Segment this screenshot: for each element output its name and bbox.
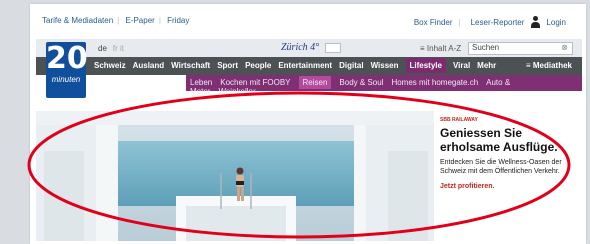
search-clear-icon[interactable]: ⊗ — [561, 43, 568, 52]
user-icon[interactable] — [530, 16, 541, 28]
link-friday[interactable]: Friday — [167, 16, 189, 25]
weather-widget[interactable]: Zürich 4° — [281, 42, 342, 53]
main-navigation: Schweiz Ausland Wirtschaft Sport People Enter… — [36, 57, 582, 75]
nav-item-wissen[interactable]: Wissen — [371, 61, 399, 70]
nav-item-lifestyle[interactable]: Lifestyle — [405, 58, 446, 73]
nav-item-schweiz[interactable]: Schweiz — [94, 61, 126, 70]
link-box-finder[interactable]: Box Finder — [414, 18, 453, 27]
language-switcher[interactable]: de fr it — [98, 44, 124, 53]
nav-item-digital[interactable]: Digital — [339, 61, 363, 70]
link-login[interactable]: Login — [546, 18, 566, 27]
nav-item-viral[interactable]: Viral — [453, 61, 470, 70]
inhalt-a-z-link[interactable]: ≡ Inhalt A-Z — [420, 44, 461, 53]
nav-item-people[interactable]: People — [245, 61, 271, 70]
link-epaper[interactable]: E-Paper — [125, 16, 154, 25]
nav-item-ausland[interactable]: Ausland — [133, 61, 165, 70]
weather-icon — [325, 42, 342, 53]
nav-item-wirtschaft[interactable]: Wirtschaft — [171, 61, 210, 70]
annotation-ellipse — [27, 91, 571, 239]
nav-item-entertainment[interactable]: Entertainment — [278, 61, 332, 70]
menu-icon: ≡ — [525, 61, 531, 70]
search-input[interactable]: Suchen ⊗ — [468, 42, 573, 55]
mediathek-link[interactable]: ≡ Mediathek — [526, 61, 572, 70]
nav-item-mehr[interactable]: Mehr — [477, 61, 496, 70]
top-utility-bar: Tarife & Mediadaten | E-Paper | Friday Box… — [42, 16, 566, 28]
nav-item-sport[interactable]: Sport — [217, 61, 238, 70]
link-leser-reporter[interactable]: Leser-Reporter — [471, 18, 525, 27]
link-tarife[interactable]: Tarife & Mediadaten — [42, 16, 113, 25]
